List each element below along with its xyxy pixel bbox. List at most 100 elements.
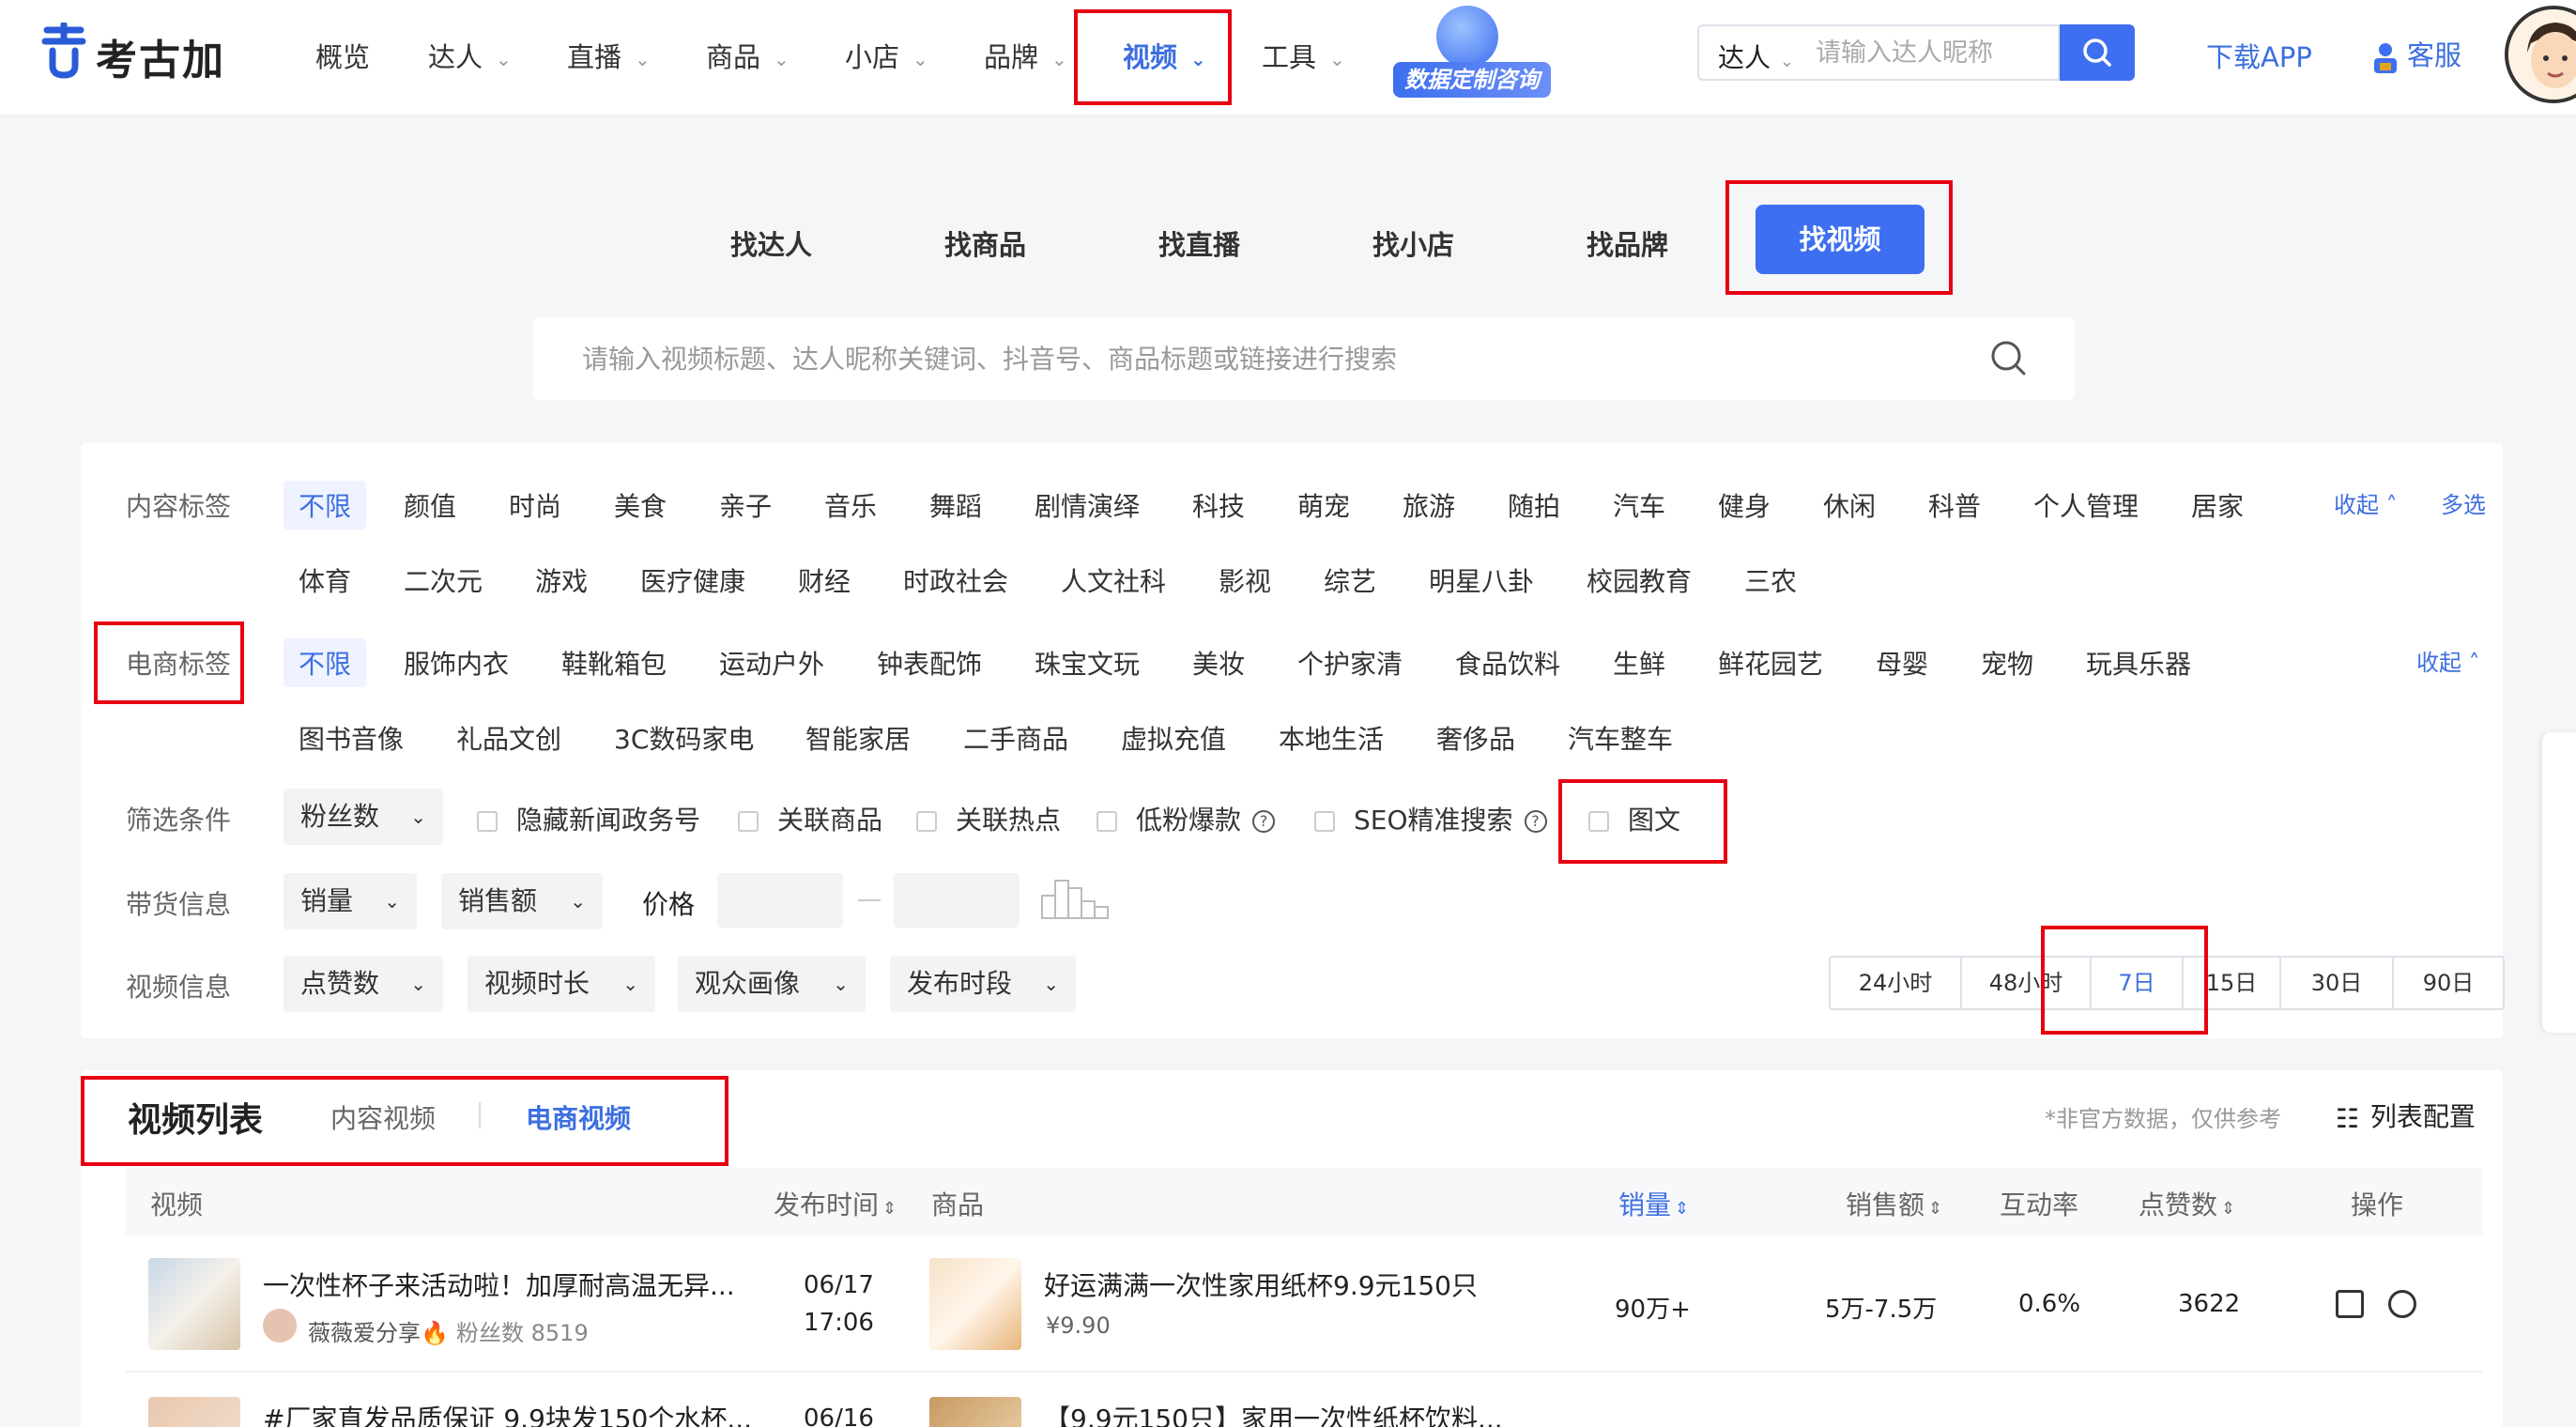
search-type-select[interactable]: 达人 ⌄ bbox=[1718, 38, 1794, 75]
search-icon[interactable] bbox=[1988, 338, 2030, 379]
time-30d[interactable]: 30日 bbox=[2281, 958, 2394, 1008]
low-fans-hit-checkbox[interactable]: 低粉爆款? bbox=[1096, 800, 1276, 837]
col-revenue[interactable]: 销售额 ⇕ bbox=[1846, 1185, 1942, 1222]
content-tags-collapse[interactable]: 收起 ˄ bbox=[2334, 486, 2398, 519]
ecommerce-tag-19[interactable]: 虚拟充值 bbox=[1121, 719, 1226, 757]
col-sales[interactable]: 销量 ⇕ bbox=[1618, 1185, 1689, 1222]
author-avatar[interactable] bbox=[263, 1309, 297, 1343]
ecommerce-tag-11[interactable]: 母婴 bbox=[1876, 644, 1928, 682]
ecommerce-tag-14[interactable]: 图书音像 bbox=[299, 719, 404, 757]
content-tag-3[interactable]: 美食 bbox=[614, 486, 667, 524]
col-likes[interactable]: 点赞数 ⇕ bbox=[2139, 1185, 2235, 1222]
data-custom-consult-promo[interactable]: 数据定制咨询 bbox=[1393, 6, 1551, 98]
nav-shop[interactable]: 小店 ⌄ bbox=[845, 36, 928, 75]
side-float-toolbar[interactable] bbox=[2542, 732, 2576, 1033]
content-tag-5[interactable]: 音乐 bbox=[824, 486, 877, 524]
video-duration-dropdown[interactable]: 视频时长 ⌄ bbox=[468, 956, 655, 1012]
ecommerce-tag-2[interactable]: 鞋靴箱包 bbox=[561, 644, 667, 682]
detail-icon[interactable] bbox=[2336, 1290, 2364, 1318]
ecommerce-tag-20[interactable]: 本地生活 bbox=[1279, 719, 1384, 757]
content-tag-17[interactable]: 居家 bbox=[2191, 486, 2244, 524]
customer-service-link[interactable]: 客服 bbox=[2371, 34, 2461, 73]
logo-icon[interactable] bbox=[39, 23, 88, 79]
fans-count-dropdown[interactable]: 粉丝数 ⌄ bbox=[284, 789, 443, 845]
time-15d[interactable]: 15日 bbox=[2184, 958, 2281, 1008]
ecommerce-tag-21[interactable]: 奢侈品 bbox=[1436, 719, 1515, 757]
content-tag-10[interactable]: 旅游 bbox=[1403, 486, 1455, 524]
content-tag-4[interactable]: 亲子 bbox=[719, 486, 772, 524]
content-tag-29[interactable]: 三农 bbox=[1744, 561, 1797, 599]
content-tag-25[interactable]: 影视 bbox=[1219, 561, 1271, 599]
sales-revenue-dropdown[interactable]: 销售额 ⌄ bbox=[441, 873, 603, 929]
main-search-input[interactable] bbox=[582, 338, 1971, 379]
hide-news-gov-checkbox[interactable]: 隐藏新闻政务号 bbox=[477, 800, 700, 837]
content-tag-20[interactable]: 游戏 bbox=[535, 561, 588, 599]
tab-find-brand[interactable]: 找品牌 bbox=[1587, 223, 1668, 263]
ecommerce-tag-15[interactable]: 礼品文创 bbox=[456, 719, 561, 757]
ecommerce-tags-collapse[interactable]: 收起 ˄ bbox=[2416, 644, 2480, 677]
time-24h[interactable]: 24小时 bbox=[1831, 958, 1962, 1008]
logo-text[interactable]: 考古加 bbox=[96, 26, 225, 86]
content-tag-22[interactable]: 财经 bbox=[798, 561, 851, 599]
content-tag-18[interactable]: 体育 bbox=[299, 561, 351, 599]
tab-find-influencer[interactable]: 找达人 bbox=[730, 223, 812, 263]
col-publish-time[interactable]: 发布时间 ⇕ bbox=[774, 1185, 897, 1222]
publish-period-dropdown[interactable]: 发布时段 ⌄ bbox=[890, 956, 1076, 1012]
tab-find-shop[interactable]: 找小店 bbox=[1372, 223, 1454, 263]
nav-tools[interactable]: 工具 ⌄ bbox=[1262, 36, 1345, 75]
nav-overview[interactable]: 概览 bbox=[315, 36, 370, 75]
content-tag-9[interactable]: 萌宠 bbox=[1297, 486, 1350, 524]
content-tag-23[interactable]: 时政社会 bbox=[903, 561, 1008, 599]
product-title[interactable]: 好运满满一次性家用纸杯9.9元150只 bbox=[1044, 1266, 1478, 1303]
content-tag-6[interactable]: 舞蹈 bbox=[929, 486, 982, 524]
product-title[interactable]: 【9.9元150只】家用一次性纸杯饮料... bbox=[1044, 1399, 1503, 1427]
tab-content-video[interactable]: 内容视频 bbox=[330, 1098, 436, 1136]
tab-find-video[interactable]: 找视频 bbox=[1756, 205, 1924, 274]
time-48h[interactable]: 48小时 bbox=[1962, 958, 2092, 1008]
download-app-link[interactable]: 下载APP bbox=[2206, 36, 2312, 75]
content-tag-7[interactable]: 剧情演绎 bbox=[1035, 486, 1140, 524]
content-tag-1[interactable]: 颜值 bbox=[404, 486, 456, 524]
ecommerce-tag-0[interactable]: 不限 bbox=[284, 638, 367, 687]
audience-profile-dropdown[interactable]: 观众画像 ⌄ bbox=[678, 956, 866, 1012]
image-text-checkbox[interactable]: 图文 bbox=[1588, 800, 1680, 837]
content-tag-11[interactable]: 随拍 bbox=[1508, 486, 1560, 524]
content-tag-13[interactable]: 健身 bbox=[1718, 486, 1771, 524]
likes-dropdown[interactable]: 点赞数 ⌄ bbox=[284, 956, 443, 1012]
video-title[interactable]: #厂家直发品质保证 9.9块发150个水杯... bbox=[263, 1399, 752, 1427]
ecommerce-tag-18[interactable]: 二手商品 bbox=[963, 719, 1068, 757]
ecommerce-tag-16[interactable]: 3C数码家电 bbox=[614, 719, 754, 757]
video-thumbnail[interactable] bbox=[148, 1258, 240, 1350]
ecommerce-tag-3[interactable]: 运动户外 bbox=[719, 644, 824, 682]
content-tag-2[interactable]: 时尚 bbox=[509, 486, 561, 524]
ecommerce-tag-7[interactable]: 个护家清 bbox=[1297, 644, 1403, 682]
content-tag-28[interactable]: 校园教育 bbox=[1587, 561, 1692, 599]
ecommerce-tag-6[interactable]: 美妆 bbox=[1192, 644, 1245, 682]
content-tag-15[interactable]: 科普 bbox=[1928, 486, 1981, 524]
ecommerce-tag-9[interactable]: 生鲜 bbox=[1613, 644, 1665, 682]
tab-find-product[interactable]: 找商品 bbox=[944, 223, 1026, 263]
linked-hotspot-checkbox[interactable]: 关联热点 bbox=[916, 800, 1061, 837]
product-thumbnail[interactable] bbox=[929, 1397, 1021, 1427]
ecommerce-tag-8[interactable]: 食品饮料 bbox=[1455, 644, 1560, 682]
price-min-input[interactable] bbox=[717, 873, 843, 928]
top-search-input[interactable] bbox=[1816, 36, 2050, 69]
help-icon[interactable]: ? bbox=[1252, 810, 1276, 833]
ecommerce-tag-17[interactable]: 智能家居 bbox=[805, 719, 911, 757]
ecommerce-tag-22[interactable]: 汽车整车 bbox=[1568, 719, 1673, 757]
nav-live[interactable]: 直播 ⌄ bbox=[567, 36, 651, 75]
video-title[interactable]: 一次性杯子来活动啦！加厚耐高温无异... bbox=[263, 1266, 735, 1303]
content-tag-16[interactable]: 个人管理 bbox=[2033, 486, 2139, 524]
seo-search-checkbox[interactable]: SEO精准搜索? bbox=[1314, 800, 1547, 837]
linked-product-checkbox[interactable]: 关联商品 bbox=[738, 800, 882, 837]
author-name[interactable]: 薇薇爱分享🔥 bbox=[308, 1314, 449, 1347]
content-tag-19[interactable]: 二次元 bbox=[404, 561, 483, 599]
list-config-button[interactable]: ☷ 列表配置 bbox=[2336, 1097, 2476, 1134]
content-tag-26[interactable]: 综艺 bbox=[1324, 561, 1376, 599]
content-tag-8[interactable]: 科技 bbox=[1192, 486, 1245, 524]
content-tag-12[interactable]: 汽车 bbox=[1613, 486, 1665, 524]
ecommerce-tag-10[interactable]: 鲜花园艺 bbox=[1718, 644, 1823, 682]
top-search-button[interactable] bbox=[2060, 24, 2135, 81]
content-tags-multiselect[interactable]: 多选 bbox=[2441, 486, 2486, 519]
ecommerce-tag-5[interactable]: 珠宝文玩 bbox=[1035, 644, 1140, 682]
